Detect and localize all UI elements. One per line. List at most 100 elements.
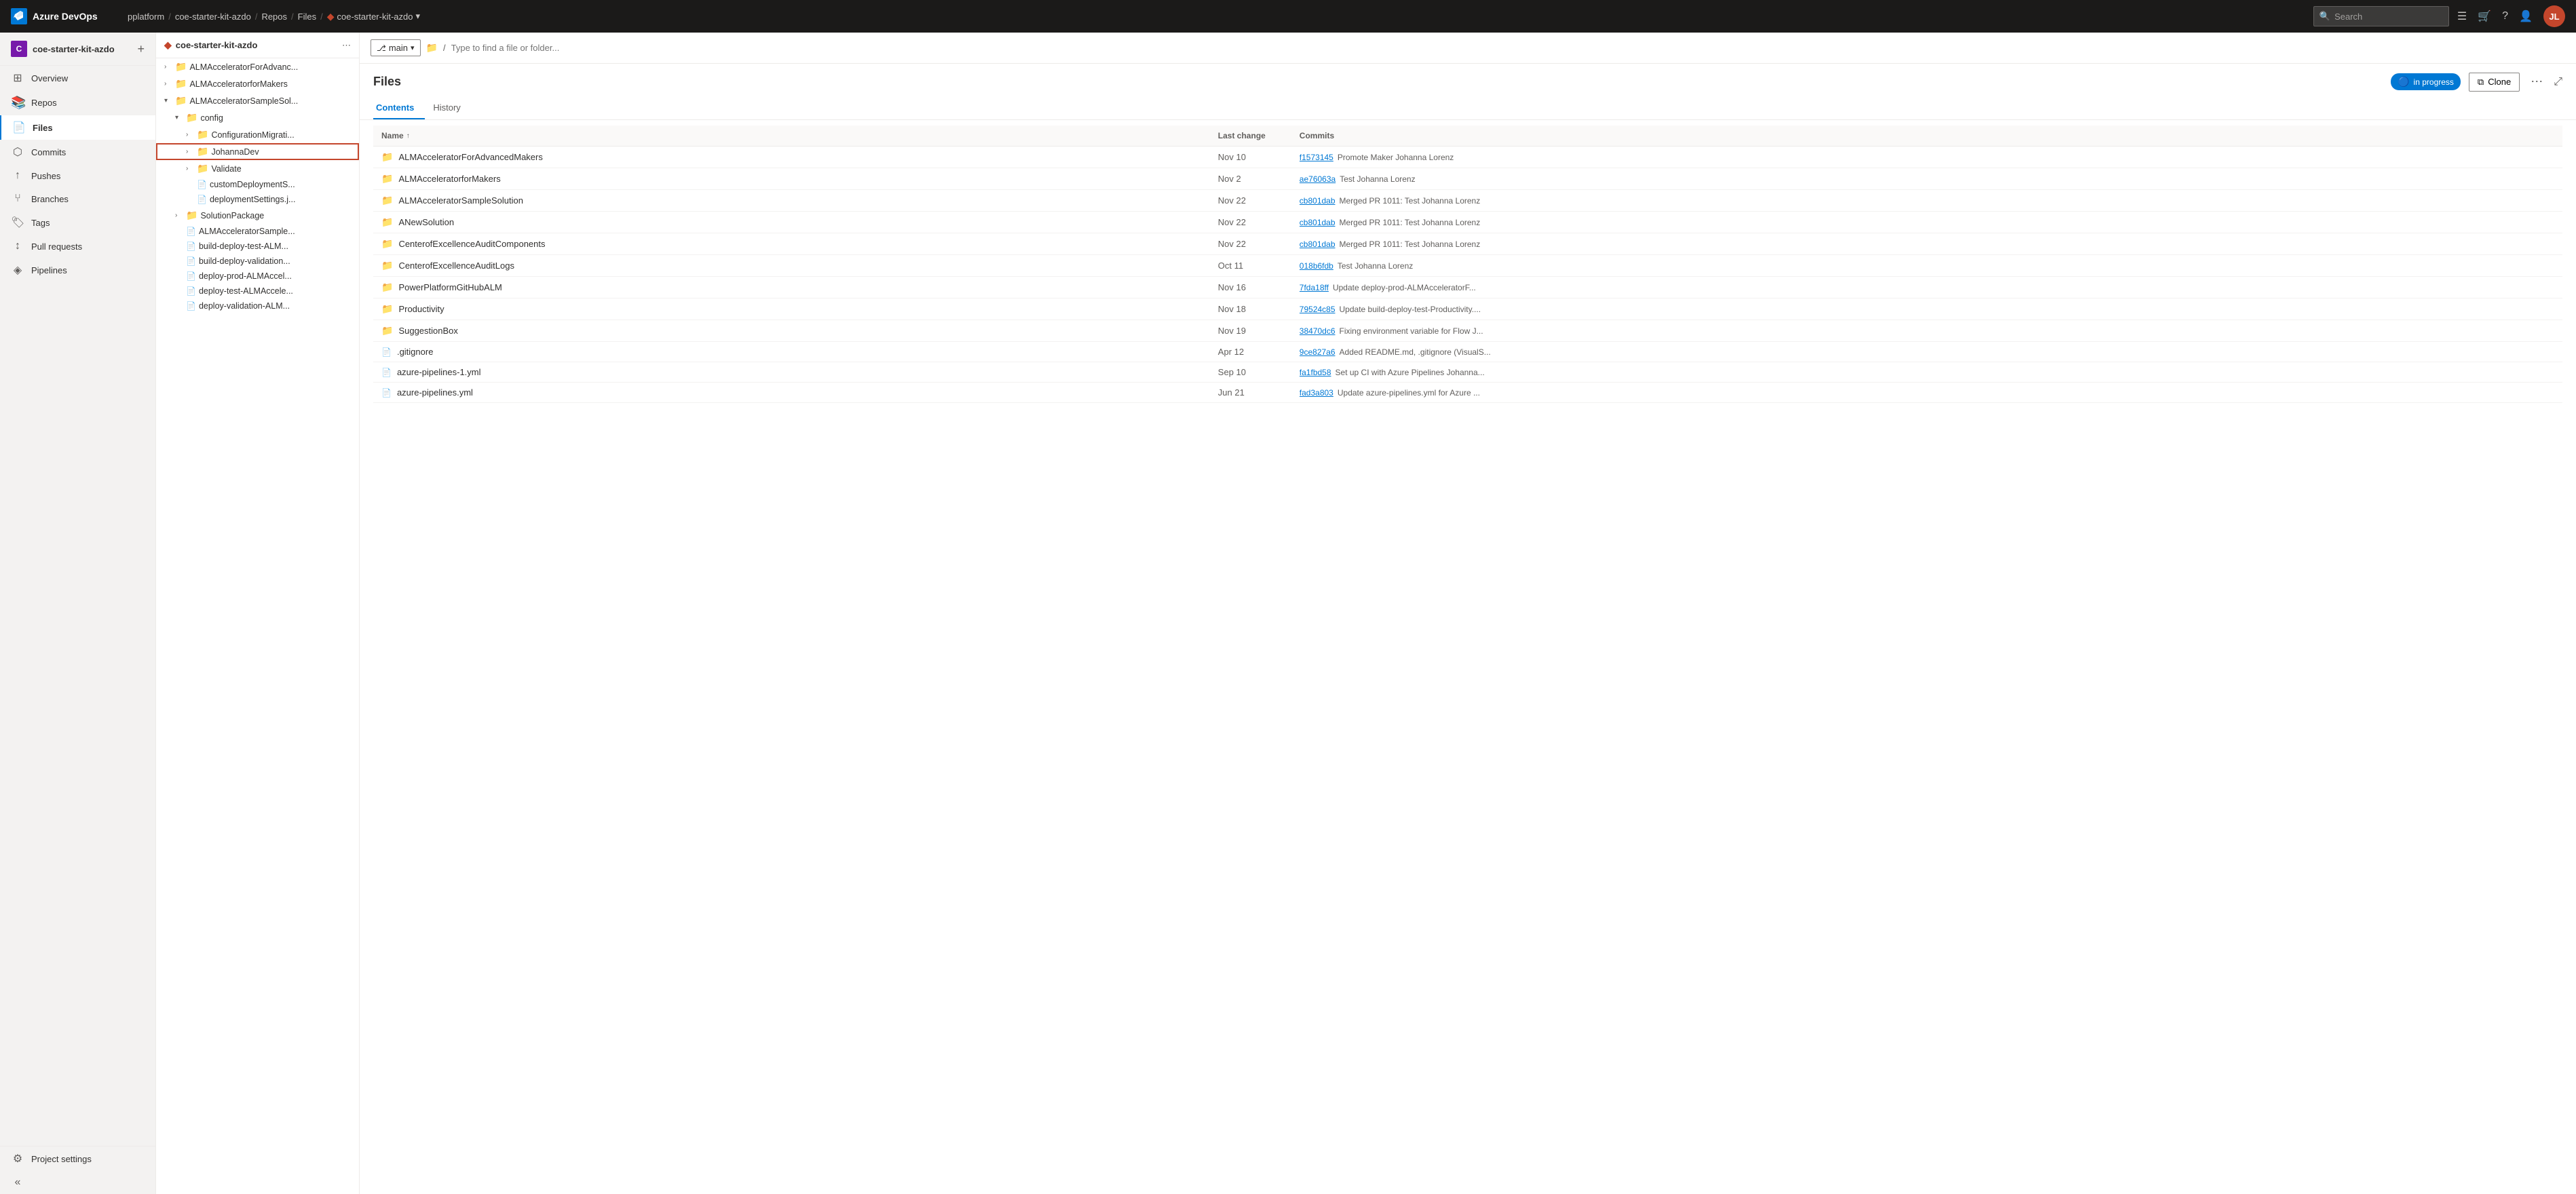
tree-item-deploy-prod[interactable]: 📄 deploy-prod-ALMAccel... xyxy=(156,269,359,284)
sidebar-item-pipelines[interactable]: ◈ Pipelines xyxy=(0,258,155,282)
tree-item-almacc-makers[interactable]: › 📁 ALMAcceleratorforMakers xyxy=(156,75,359,92)
tree-item-build-deploy-test[interactable]: 📄 build-deploy-test-ALM... xyxy=(156,239,359,254)
tree-item-label: build-deploy-test-ALM... xyxy=(199,242,288,251)
table-row[interactable]: 📁 ALMAcceleratorSampleSolution Nov 22 cb… xyxy=(373,190,2562,212)
table-row[interactable]: 📁 PowerPlatformGitHubALM Nov 16 7fda18ff… xyxy=(373,277,2562,298)
more-options-icon[interactable]: ⋯ xyxy=(2528,72,2545,92)
add-project-icon[interactable]: + xyxy=(137,42,145,56)
tree-item-deploy-test[interactable]: 📄 deploy-test-ALMAccele... xyxy=(156,284,359,298)
file-name[interactable]: PowerPlatformGitHubALM xyxy=(398,282,501,292)
folder-icon: 📁 xyxy=(197,146,208,157)
commit-hash[interactable]: ae76063a xyxy=(1300,174,1336,184)
tree-item-label: deploy-validation-ALM... xyxy=(199,301,290,311)
sidebar-item-commits[interactable]: ⬡ Commits xyxy=(0,140,155,164)
tree-item-config[interactable]: ▾ 📁 config xyxy=(156,109,359,126)
file-name[interactable]: CenterofExcellenceAuditLogs xyxy=(398,261,514,271)
chevron-icon: › xyxy=(186,131,194,138)
tree-item-build-deploy-val[interactable]: 📄 build-deploy-validation... xyxy=(156,254,359,269)
tree-item-solutionpkg[interactable]: › 📁 SolutionPackage xyxy=(156,207,359,224)
file-name[interactable]: ANewSolution xyxy=(398,217,454,227)
tab-contents[interactable]: Contents xyxy=(373,97,425,119)
breadcrumb-repos[interactable]: Repos xyxy=(261,12,287,22)
breadcrumb-files[interactable]: Files xyxy=(298,12,316,22)
table-row[interactable]: 📁 ALMAcceleratorforMakers Nov 2 ae76063a… xyxy=(373,168,2562,190)
file-name[interactable]: Productivity xyxy=(398,304,444,314)
sidebar-collapse[interactable]: « xyxy=(0,1171,155,1194)
commit-hash[interactable]: cb801dab xyxy=(1300,196,1336,206)
table-row[interactable]: 📁 Productivity Nov 18 79524c85 Update bu… xyxy=(373,298,2562,320)
file-icon: 📄 xyxy=(197,180,207,189)
tab-history[interactable]: History xyxy=(430,97,471,119)
file-name[interactable]: azure-pipelines.yml xyxy=(397,387,473,398)
file-name[interactable]: ALMAcceleratorSampleSolution xyxy=(398,195,523,206)
commit-hash[interactable]: 79524c85 xyxy=(1300,305,1336,314)
cart-icon[interactable]: 🛒 xyxy=(2478,9,2491,23)
commit-hash[interactable]: fad3a803 xyxy=(1300,388,1333,398)
table-row[interactable]: 📄 azure-pipelines.yml Jun 21 fad3a803 Up… xyxy=(373,383,2562,403)
help-icon[interactable]: ? xyxy=(2502,10,2508,22)
search-input[interactable] xyxy=(2334,12,2443,22)
commit-hash[interactable]: 38470dc6 xyxy=(1300,326,1336,336)
app-logo[interactable]: Azure DevOps xyxy=(11,8,119,24)
file-name[interactable]: azure-pipelines-1.yml xyxy=(397,367,481,377)
sidebar-item-repos[interactable]: 📚 Repos xyxy=(0,90,155,115)
sidebar-item-files[interactable]: 📄 Files xyxy=(0,115,155,140)
clone-button[interactable]: ⧉ Clone xyxy=(2469,73,2520,92)
commit-hash[interactable]: 7fda18ff xyxy=(1300,283,1329,292)
tree-item-almacc-sample2[interactable]: 📄 ALMAcceleratorSample... xyxy=(156,224,359,239)
breadcrumb-repo[interactable]: coe-starter-kit-azdo xyxy=(175,12,251,22)
top-navigation: Azure DevOps pplatform / coe-starter-kit… xyxy=(0,0,2576,33)
table-row[interactable]: 📁 SuggestionBox Nov 19 38470dc6 Fixing e… xyxy=(373,320,2562,342)
file-name[interactable]: ALMAcceleratorforMakers xyxy=(398,174,500,184)
tree-item-johannadev[interactable]: › 📁 JohannaDev xyxy=(156,143,359,160)
tree-item-deploy-validation[interactable]: 📄 deploy-validation-ALM... xyxy=(156,298,359,313)
tree-item-deploysettings[interactable]: 📄 deploymentSettings.j... xyxy=(156,192,359,207)
commit-hash[interactable]: cb801dab xyxy=(1300,218,1336,227)
commit-hash[interactable]: cb801dab xyxy=(1300,239,1336,249)
pushes-icon: ↑ xyxy=(11,170,24,182)
user-avatar[interactable]: JL xyxy=(2543,5,2565,27)
last-change: Nov 19 xyxy=(1218,326,1246,336)
sort-icon[interactable]: ↑ xyxy=(406,132,410,140)
chevron-down-icon[interactable]: ▾ xyxy=(415,11,420,22)
tree-item-almacc-adv[interactable]: › 📁 ALMAcceleratorForAdvanc... xyxy=(156,58,359,75)
tree-more-icon[interactable]: ⋯ xyxy=(342,40,351,51)
table-row[interactable]: 📁 ALMAcceleratorForAdvancedMakers Nov 10… xyxy=(373,147,2562,168)
account-icon[interactable]: 👤 xyxy=(2519,9,2533,23)
sidebar-item-pushes[interactable]: ↑ Pushes xyxy=(0,164,155,187)
sidebar-item-label-pushes: Pushes xyxy=(31,171,60,181)
diamond-icon: ◆ xyxy=(327,11,335,22)
file-name[interactable]: ALMAcceleratorForAdvancedMakers xyxy=(398,152,542,162)
commit-hash[interactable]: f1573145 xyxy=(1300,153,1333,162)
expand-icon[interactable]: ⤢ xyxy=(2554,76,2562,88)
tree-item-almacc-sample[interactable]: ▾ 📁 ALMAcceleratorSampleSol... xyxy=(156,92,359,109)
branch-selector[interactable]: ⎇ main ▾ xyxy=(371,39,421,56)
in-progress-badge[interactable]: 🔵 in progress xyxy=(2391,73,2461,90)
sidebar-item-branches[interactable]: ⑂ Branches xyxy=(0,187,155,210)
file-name[interactable]: SuggestionBox xyxy=(398,326,457,336)
table-row[interactable]: 📄 azure-pipelines-1.yml Sep 10 fa1fbd58 … xyxy=(373,362,2562,383)
tree-item-configmig[interactable]: › 📁 ConfigurationMigrati... xyxy=(156,126,359,143)
tree-item-validate[interactable]: › 📁 Validate xyxy=(156,160,359,177)
table-row[interactable]: 📄 .gitignore Apr 12 9ce827a6 Added READM… xyxy=(373,342,2562,362)
pr-icon: ↕ xyxy=(11,240,24,252)
file-name[interactable]: CenterofExcellenceAuditComponents xyxy=(398,239,545,249)
sidebar-item-project-settings[interactable]: ⚙ Project settings xyxy=(0,1147,155,1171)
table-row[interactable]: 📁 ANewSolution Nov 22 cb801dab Merged PR… xyxy=(373,212,2562,233)
sidebar-item-label-branches: Branches xyxy=(31,194,69,204)
breadcrumb-current-repo[interactable]: coe-starter-kit-azdo xyxy=(337,12,413,22)
sidebar-item-tags[interactable]: 🏷 Tags xyxy=(0,210,155,235)
table-row[interactable]: 📁 CenterofExcellenceAuditLogs Oct 11 018… xyxy=(373,255,2562,277)
commit-hash[interactable]: 9ce827a6 xyxy=(1300,347,1336,357)
file-name[interactable]: .gitignore xyxy=(397,347,433,357)
menu-icon[interactable]: ☰ xyxy=(2457,9,2467,23)
sidebar-item-overview[interactable]: ⊞ Overview xyxy=(0,66,155,90)
breadcrumb-pplatform[interactable]: pplatform xyxy=(128,12,164,22)
commit-hash[interactable]: fa1fbd58 xyxy=(1300,368,1331,377)
file-icon: 📄 xyxy=(381,368,392,377)
tree-item-customdeploy[interactable]: 📄 customDeploymentS... xyxy=(156,177,359,192)
commit-hash[interactable]: 018b6fdb xyxy=(1300,261,1333,271)
sidebar-item-pullrequests[interactable]: ↕ Pull requests xyxy=(0,235,155,258)
table-row[interactable]: 📁 CenterofExcellenceAuditComponents Nov … xyxy=(373,233,2562,255)
path-input[interactable] xyxy=(451,43,2565,53)
